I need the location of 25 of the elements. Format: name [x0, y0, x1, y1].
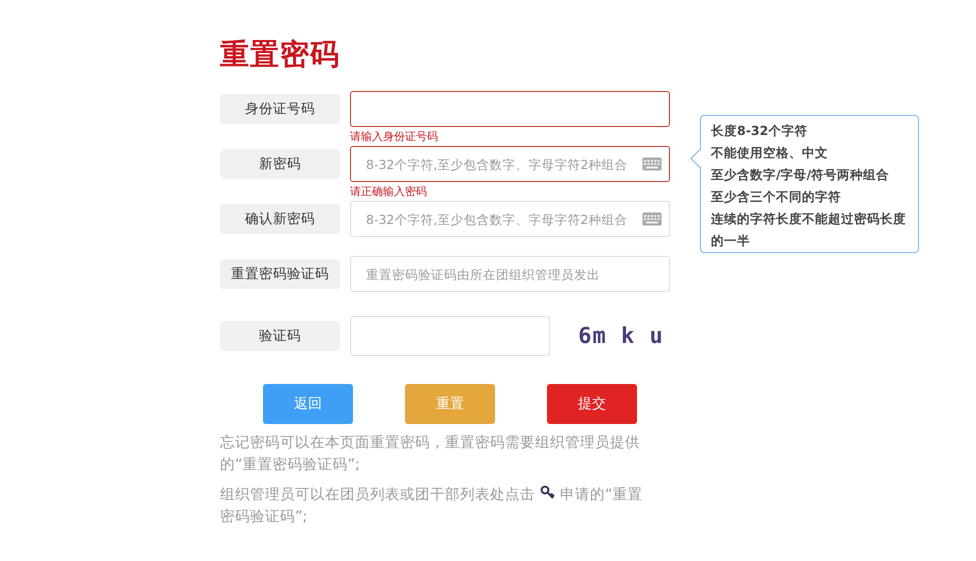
captcha-image[interactable]: 6m k u [572, 311, 670, 361]
field-label: 新密码 [220, 149, 340, 179]
help-text: 忘记密码可以在本页面重置密码，重置密码需要组织管理员提供的“重置密码验证码”; [220, 435, 640, 473]
tooltip-text: 连续的字符长度不能超过密码长度的一半 [711, 210, 907, 250]
page-title: 重置密码 [220, 36, 341, 73]
tooltip-text: 至少含数字/字母/符号两种组合 [711, 166, 890, 184]
error-message: 请正确输入密码 [350, 185, 427, 198]
input-field[interactable] [350, 91, 670, 127]
field-label: 确认新密码 [220, 204, 340, 234]
tooltip-text: 长度8-32个字符 [711, 122, 808, 140]
field-label: 重置密码验证码 [220, 259, 340, 289]
action-button[interactable]: 提交 [547, 384, 637, 424]
help-text: 申请的“重置 [560, 487, 643, 503]
key-icon [540, 485, 555, 500]
error-message: 请输入身份证号码 [350, 130, 438, 143]
field-label: 身份证号码 [220, 94, 340, 124]
tooltip-text: 至少含三个不同的字符 [711, 188, 842, 206]
keyboard-icon[interactable] [642, 212, 662, 226]
field-label: 验证码 [220, 321, 340, 351]
help-text: 密码验证码”; [220, 509, 308, 525]
tooltip-text: 不能使用空格、中文 [711, 144, 829, 162]
input-field[interactable]: 8-32个字符,至少包含数字、字母字符2种组合 [350, 146, 670, 182]
help-text: 组织管理员可以在团员列表或团干部列表处点击 [220, 487, 535, 503]
keyboard-icon[interactable] [642, 157, 662, 171]
action-button[interactable]: 返回 [263, 384, 353, 424]
